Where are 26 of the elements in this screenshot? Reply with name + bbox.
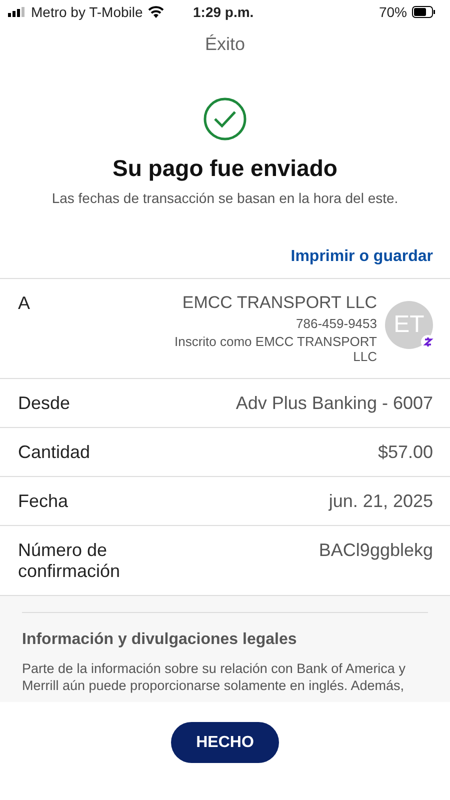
- done-button[interactable]: HECHO: [171, 722, 279, 763]
- carrier-name: Metro by T-Mobile: [31, 4, 143, 20]
- recipient-phone: 786-459-9453: [295, 316, 377, 331]
- success-heading: Su pago fue enviado: [112, 155, 338, 182]
- print-link[interactable]: Imprimir o guardar: [290, 248, 433, 278]
- status-time: 1:29 p.m.: [193, 4, 254, 20]
- enrolled-name: Inscrito como EMCC TRANSPORT LLC: [173, 334, 377, 364]
- legal-heading: Información y divulgaciones legales: [22, 631, 298, 649]
- row-label: Cantidad: [18, 442, 90, 463]
- wifi-icon: [148, 6, 164, 18]
- row-label: Desde: [18, 393, 70, 414]
- row-label: Número de confirmación: [18, 540, 122, 582]
- row-label: Fecha: [18, 491, 68, 512]
- row-value: $57.00: [378, 442, 433, 463]
- screen-title: Éxito: [204, 34, 246, 55]
- row-value: BACl9ggblekg: [318, 540, 433, 561]
- checkmark-icon: [203, 97, 247, 141]
- row-value: Adv Plus Banking - 6007: [236, 393, 433, 414]
- row-value: jun. 21, 2025: [328, 491, 433, 512]
- battery-percent: 70%: [378, 4, 407, 20]
- legal-text: Parte de la información sobre su relación con Bank of America y Merrill aún puede proporcionarse solamente en inglés. Además,: [22, 661, 406, 695]
- recipient-name: EMCC TRANSPORT LLC: [181, 293, 377, 313]
- timezone-note: Las fechas de transacción se basan en la hora del este.: [52, 190, 398, 206]
- battery-icon: [412, 6, 436, 18]
- signal-icon: [8, 7, 26, 17]
- row-label: A: [18, 293, 30, 314]
